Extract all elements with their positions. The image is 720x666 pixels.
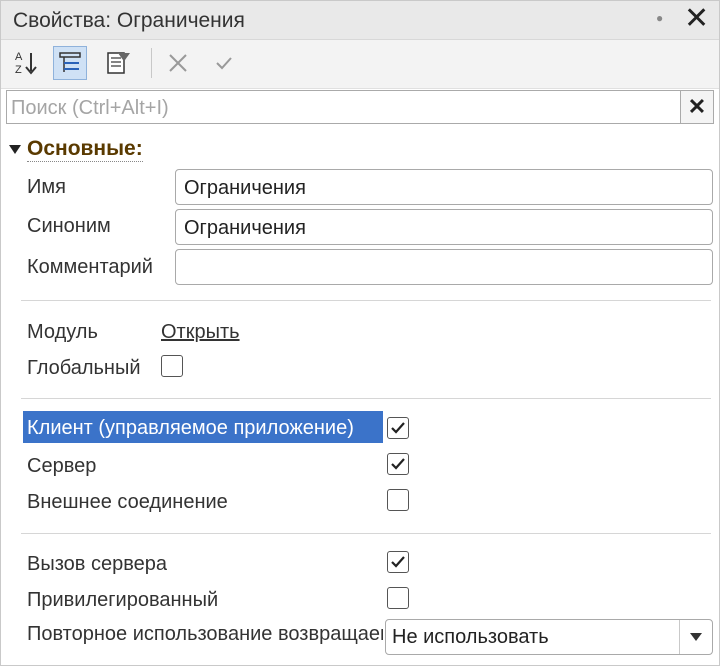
filter-button[interactable] — [101, 46, 135, 80]
group-title: Основные: — [27, 137, 143, 162]
clear-search-icon[interactable]: ✕ — [680, 91, 713, 123]
reuse-values-select[interactable]: Не использовать — [385, 619, 713, 655]
synonym-field — [175, 209, 713, 245]
search-box: ✕ — [6, 90, 714, 124]
apply-icon — [216, 57, 232, 70]
client-label: Клиент (управляемое приложение) — [27, 417, 354, 439]
dropdown-arrow-icon[interactable] — [679, 620, 712, 654]
window-title: Свойства: Ограничения — [13, 9, 245, 32]
title-bar: Свойства: Ограничения ● ✕ — [1, 1, 719, 40]
name-field — [175, 169, 713, 205]
server-call-label: Вызов сервера — [27, 553, 167, 575]
filter-icon — [107, 52, 130, 74]
check-icon — [391, 556, 405, 568]
properties-window: Свойства: Ограничения ● ✕ A Z Поиск (Ctr… — [0, 0, 720, 666]
categories-icon — [59, 52, 81, 72]
collapse-triangle-icon[interactable] — [9, 145, 21, 154]
sort-az-icon: A Z — [15, 51, 37, 76]
search-input[interactable] — [9, 93, 683, 123]
sort-az-button[interactable]: A Z — [9, 46, 43, 80]
divider — [21, 300, 711, 301]
reuse-values-label: Повторное использование возвращаемых зна… — [27, 623, 383, 645]
divider — [21, 398, 711, 399]
global-checkbox[interactable] — [161, 355, 183, 377]
client-checkbox[interactable] — [387, 417, 409, 439]
close-icon[interactable]: ✕ — [684, 3, 709, 35]
comment-field — [175, 249, 713, 285]
name-input[interactable] — [182, 174, 706, 202]
pin-icon[interactable]: ● — [656, 11, 663, 25]
divider — [21, 533, 711, 534]
server-call-checkbox[interactable] — [387, 551, 409, 573]
comment-input[interactable] — [182, 254, 706, 282]
open-module-link[interactable]: Открыть — [161, 321, 240, 344]
toolbar-separator — [151, 48, 152, 78]
global-label: Глобальный — [27, 357, 141, 379]
check-icon — [391, 458, 405, 470]
reuse-values-value: Не использовать — [392, 626, 549, 648]
categories-button[interactable] — [53, 46, 87, 80]
privileged-checkbox[interactable] — [387, 587, 409, 609]
group-header-main[interactable]: Основные: — [9, 137, 143, 162]
synonym-input[interactable] — [182, 214, 706, 242]
apply-button[interactable] — [207, 46, 241, 80]
cancel-button[interactable] — [161, 46, 195, 80]
svg-text:Z: Z — [15, 64, 22, 76]
privileged-label: Привилегированный — [27, 589, 219, 611]
server-checkbox[interactable] — [387, 453, 409, 475]
server-label: Сервер — [27, 455, 97, 477]
svg-text:A: A — [15, 51, 23, 63]
name-label: Имя — [27, 176, 66, 198]
comment-label: Комментарий — [27, 256, 153, 278]
synonym-label: Синоним — [27, 215, 111, 237]
cancel-icon — [169, 54, 187, 72]
check-icon — [391, 422, 405, 434]
toolbar: A Z — [1, 40, 719, 89]
external-connection-checkbox[interactable] — [387, 489, 409, 511]
module-label: Модуль — [27, 321, 98, 343]
external-connection-label: Внешнее соединение — [27, 491, 228, 513]
